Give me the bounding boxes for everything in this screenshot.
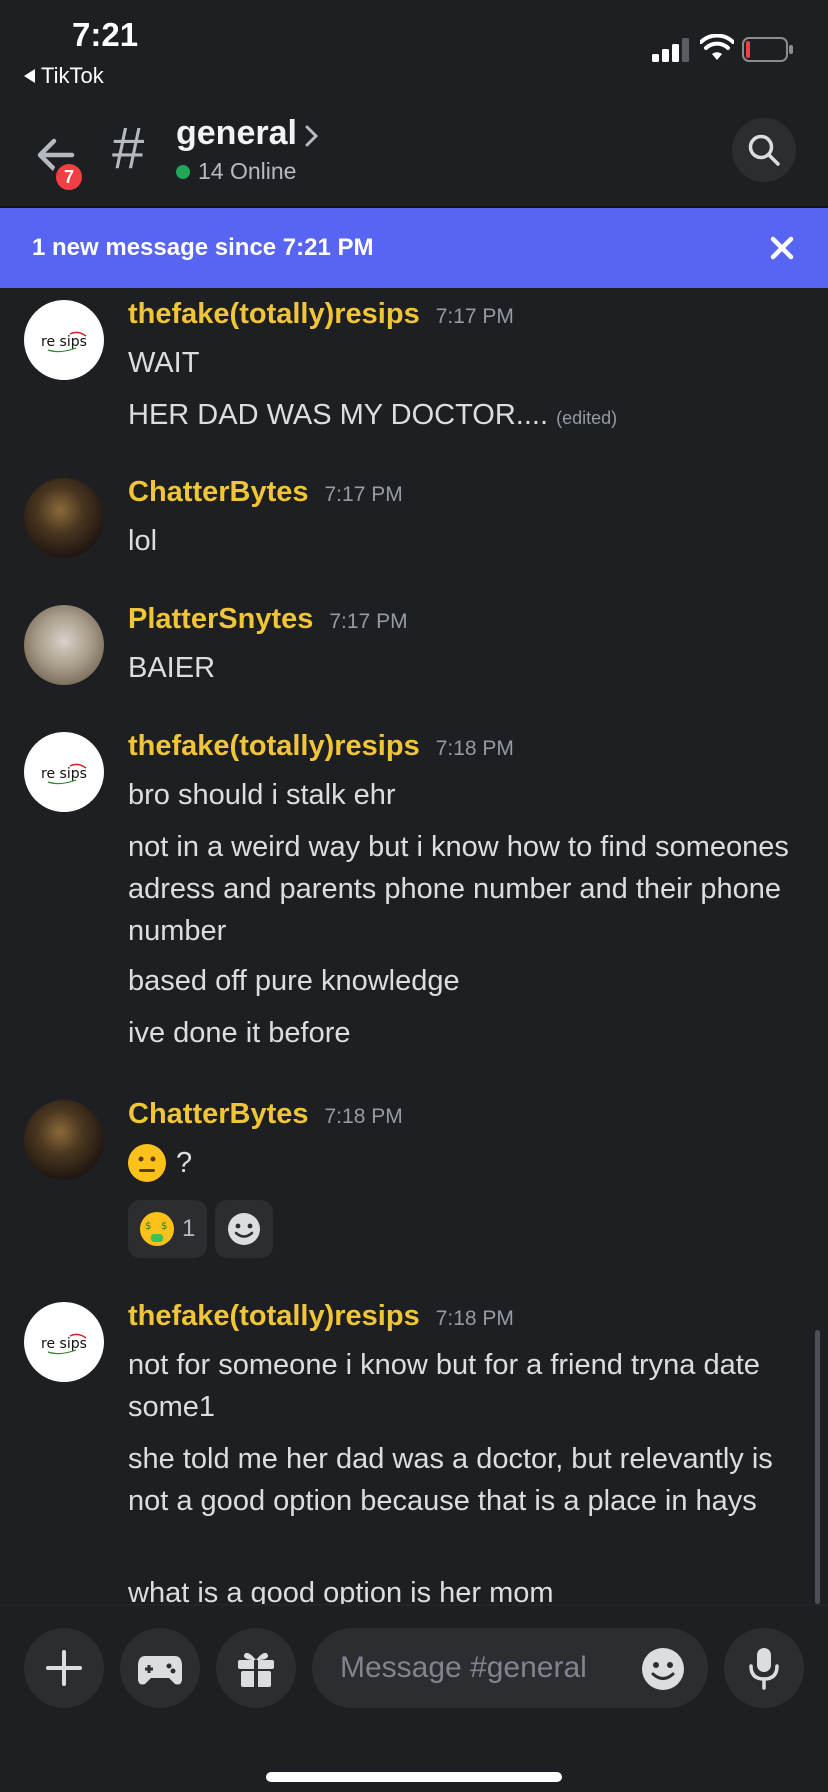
timestamp: 7:18 PM bbox=[324, 1105, 403, 1128]
status-bar: 7:21 TikTok bbox=[0, 0, 828, 100]
timestamp: 7:18 PM bbox=[435, 1307, 514, 1330]
reaction-bar: $ $ 1 bbox=[128, 1200, 274, 1258]
message-text: HER DAD WAS MY DOCTOR.... bbox=[128, 399, 549, 431]
timestamp: 7:17 PM bbox=[324, 483, 403, 506]
search-button[interactable] bbox=[732, 118, 796, 182]
money-mouth-face-icon: $ $ bbox=[140, 1212, 174, 1246]
activities-button[interactable] bbox=[120, 1628, 200, 1708]
online-count: 14 Online bbox=[198, 158, 297, 184]
timestamp: 7:17 PM bbox=[329, 610, 408, 633]
add-reaction-icon bbox=[228, 1213, 261, 1245]
voice-message-button[interactable] bbox=[724, 1628, 804, 1708]
message-text: bro should i stalk ehr bbox=[128, 779, 396, 811]
avatar[interactable]: re sips bbox=[24, 300, 104, 380]
message-header: ChatterBytes 7:18 PM bbox=[128, 1098, 403, 1131]
online-dot-icon bbox=[176, 164, 190, 179]
message-text: ive done it before bbox=[128, 1017, 351, 1049]
username[interactable]: ChatterBytes bbox=[128, 476, 309, 509]
timestamp: 7:17 PM bbox=[435, 305, 514, 328]
game-controller-icon bbox=[138, 1656, 182, 1685]
composer-bar bbox=[0, 1604, 828, 1792]
username[interactable]: thefake(totally)resips bbox=[128, 730, 420, 763]
resips-logo-icon: re sips bbox=[41, 1333, 87, 1355]
message-text: BAIER bbox=[128, 652, 216, 684]
gift-button[interactable] bbox=[216, 1628, 296, 1708]
message-header: ChatterBytes 7:17 PM bbox=[128, 476, 403, 509]
message-header: thefake(totally)resips 7:18 PM bbox=[128, 730, 514, 763]
resips-logo-icon: re sips bbox=[41, 763, 87, 785]
new-messages-banner[interactable]: 1 new message since 7:21 PM bbox=[0, 208, 828, 288]
username[interactable]: thefake(totally)resips bbox=[128, 1300, 420, 1333]
avatar[interactable]: re sips bbox=[24, 732, 104, 812]
search-icon bbox=[748, 134, 780, 166]
svg-text:re sips: re sips bbox=[41, 1336, 87, 1352]
chevron-right-icon[interactable] bbox=[303, 124, 321, 148]
message-header: thefake(totally)resips 7:17 PM bbox=[128, 298, 514, 331]
back-app-label: TikTok bbox=[41, 63, 104, 88]
back-triangle-icon bbox=[24, 69, 35, 83]
new-messages-text: 1 new message since 7:21 PM bbox=[32, 234, 374, 261]
scrollbar[interactable] bbox=[815, 1330, 820, 1604]
reaction-count: 1 bbox=[182, 1215, 196, 1242]
message-header: PlatterSnytes 7:17 PM bbox=[128, 603, 408, 636]
cellular-signal-icon bbox=[652, 38, 689, 62]
discord-app: 7:21 TikTok 7 # general 14 Online 1 new … bbox=[0, 0, 828, 1792]
svg-text:re sips: re sips bbox=[41, 766, 87, 782]
message-text: not for someone i know but for a friend … bbox=[128, 1349, 760, 1423]
username[interactable]: PlatterSnytes bbox=[128, 603, 313, 636]
message-line: HER DAD WAS MY DOCTOR.... (edited) bbox=[128, 394, 808, 439]
close-icon[interactable] bbox=[764, 230, 800, 266]
message-text: what is a good option is her mom bbox=[128, 1577, 554, 1604]
status-time: 7:21 bbox=[72, 16, 139, 53]
wifi-icon bbox=[700, 34, 734, 60]
username[interactable]: ChatterBytes bbox=[128, 1098, 309, 1131]
message-text: not in a weird way but i know how to fin… bbox=[128, 831, 789, 947]
emoji-picker-icon[interactable] bbox=[640, 1646, 686, 1692]
message-text: WAIT bbox=[128, 347, 200, 379]
message-list: re sips thefake(totally)resips 7:17 PM W… bbox=[0, 288, 828, 1604]
gift-icon bbox=[238, 1652, 274, 1687]
hash-icon: # bbox=[112, 116, 145, 181]
home-indicator bbox=[266, 1772, 562, 1782]
avatar[interactable] bbox=[24, 1100, 104, 1180]
microphone-icon bbox=[749, 1648, 779, 1690]
message-header: thefake(totally)resips 7:18 PM bbox=[128, 1300, 514, 1333]
plus-icon bbox=[46, 1650, 82, 1686]
reaction-chip[interactable]: $ $ 1 bbox=[128, 1200, 208, 1258]
avatar[interactable] bbox=[24, 478, 104, 558]
svg-text:$: $ bbox=[161, 1221, 167, 1232]
avatar[interactable] bbox=[24, 605, 104, 685]
message-line: ? bbox=[128, 1142, 808, 1184]
unread-badge: 7 bbox=[52, 160, 86, 194]
neutral-face-emoji-icon bbox=[128, 1144, 166, 1182]
resips-logo-icon: re sips bbox=[41, 331, 87, 353]
add-attachment-button[interactable] bbox=[24, 1628, 104, 1708]
add-reaction-button[interactable] bbox=[215, 1200, 274, 1258]
online-status: 14 Online bbox=[176, 158, 296, 185]
channel-header: 7 # general 14 Online bbox=[0, 100, 828, 208]
timestamp: 7:18 PM bbox=[435, 737, 514, 760]
svg-text:re sips: re sips bbox=[41, 334, 87, 350]
edited-label: (edited) bbox=[556, 408, 618, 428]
message-text: ? bbox=[176, 1147, 193, 1179]
channel-title[interactable]: general bbox=[176, 114, 297, 153]
username[interactable]: thefake(totally)resips bbox=[128, 298, 420, 331]
svg-text:$: $ bbox=[145, 1221, 151, 1232]
back-to-app-link[interactable]: TikTok bbox=[24, 63, 104, 89]
message-text: lol bbox=[128, 525, 158, 557]
message-text: she told me her dad was a doctor, but re… bbox=[128, 1443, 773, 1517]
message-text: based off pure knowledge bbox=[128, 965, 460, 997]
battery-icon bbox=[742, 37, 793, 62]
avatar[interactable]: re sips bbox=[24, 1302, 104, 1382]
